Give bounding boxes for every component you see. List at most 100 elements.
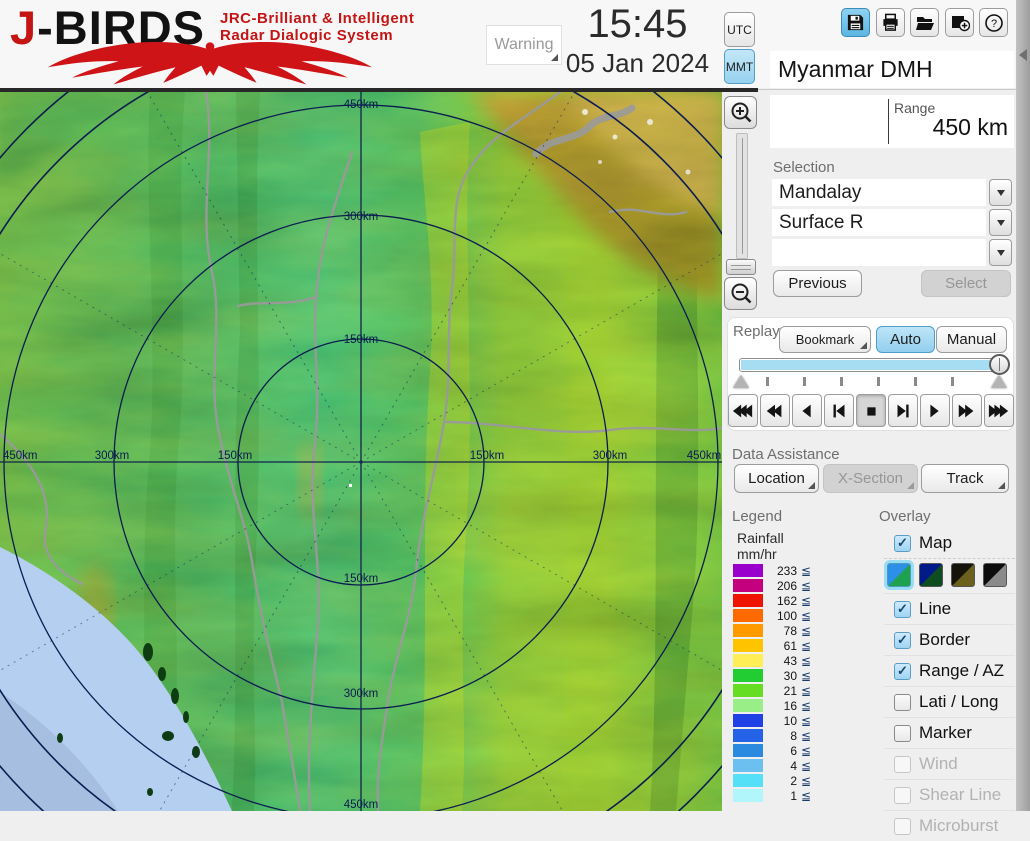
track-button[interactable]: Track xyxy=(921,464,1009,493)
legend-row: 233 ≦ xyxy=(733,563,811,578)
checkbox[interactable]: ✓ xyxy=(894,601,911,618)
print-icon xyxy=(881,13,900,32)
overlay-item-range-az[interactable]: ✓ Range / AZ xyxy=(884,655,1015,686)
overlay-item-label: Marker xyxy=(919,723,972,743)
utc-button[interactable]: UTC xyxy=(724,12,755,47)
legend-value: 100 xyxy=(763,609,797,623)
capture-icon xyxy=(950,13,970,33)
capture-button[interactable] xyxy=(945,8,974,37)
range-ring-label: 450km xyxy=(3,450,38,462)
overlay-item-map[interactable]: ✓ Map xyxy=(884,528,1015,558)
checkbox[interactable] xyxy=(894,818,911,835)
legend-color-swatch xyxy=(733,579,763,592)
checkbox[interactable]: ✓ xyxy=(894,632,911,649)
legend-value: 2 xyxy=(763,774,797,788)
selection-label: Selection xyxy=(773,159,835,176)
legend-row: 100 ≦ xyxy=(733,608,811,623)
overlay-item-marker[interactable]: Marker xyxy=(884,717,1015,748)
overlay-item-lati-long[interactable]: Lati / Long xyxy=(884,686,1015,717)
legend-row: 162 ≦ xyxy=(733,593,811,608)
range-ring-label: 300km xyxy=(593,450,628,462)
chevron-down-icon xyxy=(997,250,1005,256)
overlay-item-label: Range / AZ xyxy=(919,661,1004,681)
help-button[interactable]: ? xyxy=(979,8,1008,37)
collapse-left-icon[interactable] xyxy=(1019,49,1027,61)
map-style-swatch[interactable] xyxy=(919,563,943,587)
legend-le-symbol: ≦ xyxy=(801,699,811,713)
bookmark-button[interactable]: Bookmark xyxy=(779,326,871,353)
zoom-in-button[interactable] xyxy=(724,96,757,129)
save-button[interactable] xyxy=(841,8,870,37)
overlay-item-border[interactable]: ✓ Border xyxy=(884,624,1015,655)
range-ring-label: 150km xyxy=(344,334,379,346)
map-style-swatches xyxy=(884,558,1015,593)
range-ring-label: 150km xyxy=(344,573,379,585)
product-dropdown-button[interactable] xyxy=(989,209,1012,236)
open-folder-icon xyxy=(915,13,935,33)
chevron-down-icon xyxy=(997,190,1005,196)
step-forward-button[interactable] xyxy=(888,394,918,427)
legend-value: 61 xyxy=(763,639,797,653)
checkbox[interactable]: ✓ xyxy=(894,663,911,680)
stop-button[interactable] xyxy=(856,394,886,427)
previous-button[interactable]: Previous xyxy=(773,270,862,297)
legend-le-symbol: ≦ xyxy=(801,594,811,608)
overlay-label: Overlay xyxy=(879,508,931,525)
play-button[interactable] xyxy=(920,394,950,427)
location-button[interactable]: Location xyxy=(734,464,819,493)
radar-map-area[interactable]: 450km300km150km150km300km450km450km300km… xyxy=(0,92,722,811)
map-style-swatch[interactable] xyxy=(983,563,1007,587)
overlay-item-microburst[interactable]: Microburst xyxy=(884,810,1015,841)
checkbox[interactable] xyxy=(894,756,911,773)
overlay-item-line[interactable]: ✓ Line xyxy=(884,593,1015,624)
play-reverse-button[interactable] xyxy=(792,394,822,427)
zoom-out-button[interactable] xyxy=(724,277,757,310)
panel-collapse-strip[interactable] xyxy=(1016,0,1030,811)
legend-value: 10 xyxy=(763,714,797,728)
rewind-max-button[interactable] xyxy=(728,394,758,427)
product-dropdown-value[interactable]: Surface R xyxy=(772,209,986,236)
zoom-slider-track[interactable] xyxy=(736,133,748,259)
overlay-item-label: Microburst xyxy=(919,816,998,836)
checkbox[interactable] xyxy=(894,694,911,711)
site-dropdown-button[interactable] xyxy=(989,179,1012,206)
checkbox[interactable]: ✓ xyxy=(894,535,911,552)
range-value: 450 km xyxy=(888,114,1008,141)
overlay-item-wind[interactable]: Wind xyxy=(884,748,1015,779)
legend-le-symbol: ≦ xyxy=(801,669,811,683)
legend-value: 43 xyxy=(763,654,797,668)
checkbox[interactable] xyxy=(894,787,911,804)
zoom-slider-thumb[interactable] xyxy=(726,259,756,275)
select-button[interactable]: Select xyxy=(921,270,1011,297)
replay-range-end-marker[interactable] xyxy=(991,375,1007,388)
legend-color-swatch xyxy=(733,654,763,667)
map-style-swatch[interactable] xyxy=(951,563,975,587)
legend-row: 78 ≦ xyxy=(733,623,811,638)
option-dropdown-button[interactable] xyxy=(989,239,1012,266)
replay-slider-track[interactable] xyxy=(739,358,1008,372)
legend-value: 30 xyxy=(763,669,797,683)
replay-range-start-marker[interactable] xyxy=(733,375,749,388)
forward-max-button[interactable] xyxy=(984,394,1014,427)
legend-value: 78 xyxy=(763,624,797,638)
checkbox[interactable] xyxy=(894,725,911,742)
stop-icon xyxy=(860,400,882,422)
replay-slider-thumb[interactable] xyxy=(989,354,1010,375)
radar-map[interactable]: 450km300km150km150km300km450km450km300km… xyxy=(0,92,722,811)
rewind-button[interactable] xyxy=(760,394,790,427)
x-section-button[interactable]: X-Section xyxy=(823,464,918,493)
auto-button[interactable]: Auto xyxy=(876,326,935,353)
mmt-button[interactable]: MMT xyxy=(724,49,755,84)
fast-forward-button[interactable] xyxy=(952,394,982,427)
range-ring-label: 300km xyxy=(344,688,379,700)
manual-button[interactable]: Manual xyxy=(936,326,1007,353)
open-file-button[interactable] xyxy=(910,8,939,37)
print-button[interactable] xyxy=(876,8,905,37)
site-dropdown-value[interactable]: Mandalay xyxy=(772,179,986,206)
option-dropdown-value[interactable] xyxy=(772,239,986,266)
overlay-item-shear-line[interactable]: Shear Line xyxy=(884,779,1015,810)
legend-color-swatch xyxy=(733,789,763,802)
clock-date: 05 Jan 2024 xyxy=(545,48,730,79)
step-back-button[interactable] xyxy=(824,394,854,427)
map-style-swatch[interactable] xyxy=(887,563,911,587)
